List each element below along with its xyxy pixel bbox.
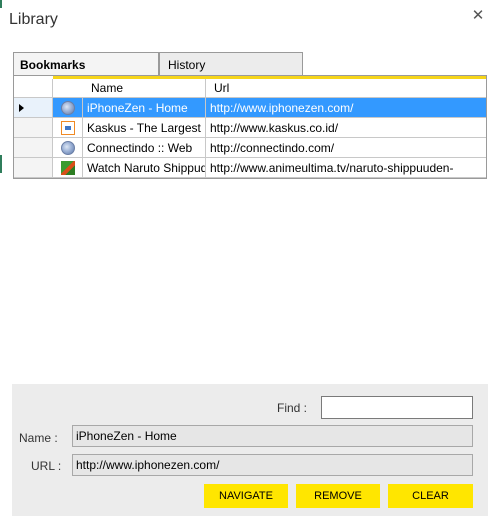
table-row[interactable]: Connectindo :: Web http://connectindo.co… (14, 138, 486, 158)
remove-button[interactable]: REMOVE (296, 484, 380, 508)
column-header-name[interactable]: Name (53, 79, 206, 98)
row-name-cell[interactable]: Connectindo :: Web (83, 138, 206, 158)
clear-button[interactable]: CLEAR (388, 484, 473, 508)
naruto-favicon (61, 161, 75, 175)
kaskus-favicon (61, 121, 75, 135)
edge-mark (0, 0, 2, 8)
row-name-cell[interactable]: Kaskus - The Largest (83, 118, 206, 138)
tab-bookmarks[interactable]: Bookmarks (13, 52, 159, 77)
row-url-cell[interactable]: http://www.iphonezen.com/ (206, 98, 486, 118)
navigate-button[interactable]: NAVIGATE (204, 484, 288, 508)
find-label: Find : (277, 401, 308, 415)
row-url-cell[interactable]: http://www.kaskus.co.id/ (206, 118, 486, 138)
window-title: Library (9, 11, 58, 28)
row-url-cell[interactable]: http://www.animeultima.tv/naruto-shippuu… (206, 158, 486, 178)
row-name-cell[interactable]: iPhoneZen - Home (83, 98, 206, 118)
current-row-arrow-icon (19, 104, 24, 112)
table-row[interactable]: Kaskus - The Largest http://www.kaskus.c… (14, 118, 486, 138)
column-header-url[interactable]: Url (206, 79, 486, 98)
globe-icon (61, 141, 75, 155)
table-row[interactable]: Watch Naruto Shippuden http://www.animeu… (14, 158, 486, 178)
close-icon[interactable]: ✕ (468, 6, 488, 26)
tab-history[interactable]: History (159, 52, 303, 76)
find-input[interactable] (321, 396, 473, 419)
url-field[interactable]: http://www.iphonezen.com/ (72, 454, 473, 476)
row-selector[interactable] (14, 98, 53, 118)
edge-mark (0, 155, 2, 173)
bookmarks-grid: Name Url iPhoneZen - Home http://www.iph… (13, 75, 487, 179)
url-label: URL : (31, 459, 62, 473)
globe-icon (61, 101, 75, 115)
row-url-cell[interactable]: http://connectindo.com/ (206, 138, 486, 158)
row-name-cell[interactable]: Watch Naruto Shippuden (83, 158, 206, 178)
grid-corner (14, 79, 53, 98)
row-selector[interactable] (14, 138, 53, 158)
library-window: Library ✕ Bookmarks History Name Url iPh… (0, 0, 500, 524)
table-row[interactable]: iPhoneZen - Home http://www.iphonezen.co… (14, 98, 486, 118)
name-field[interactable]: iPhoneZen - Home (72, 425, 473, 447)
row-selector[interactable] (14, 158, 53, 178)
row-selector[interactable] (14, 118, 53, 138)
name-label: Name : (19, 431, 58, 445)
